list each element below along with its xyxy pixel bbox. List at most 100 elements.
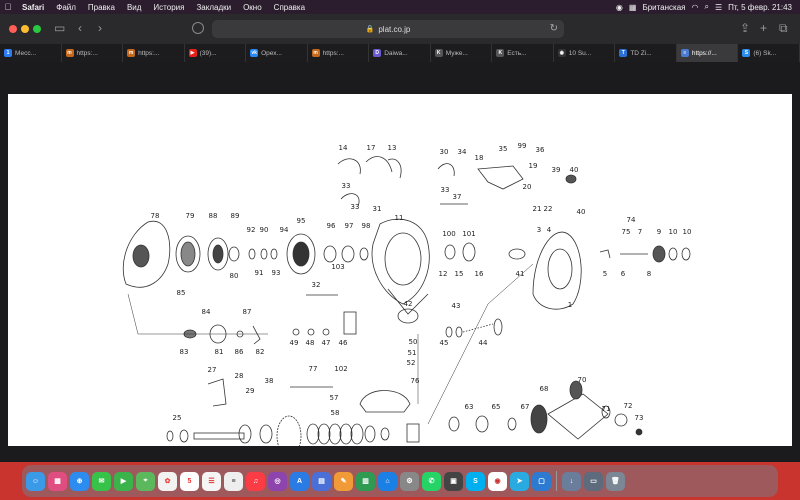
tab-favicon: vk: [250, 49, 259, 57]
tab-favicon: T: [619, 49, 628, 57]
web-content: 14 17 13 30 34 35 99 36 18 19 39 40 33 33 20 37 33 31 21 22…: [0, 62, 800, 462]
close-window-button[interactable]: [9, 25, 17, 33]
tab[interactable]: m https:...: [308, 44, 370, 62]
sidebar-icon[interactable]: ▭: [54, 21, 65, 35]
menu-view[interactable]: Вид: [121, 3, 147, 12]
tab[interactable]: K Есть...: [492, 44, 554, 62]
tab[interactable]: m https:...: [123, 44, 185, 62]
chrome-icon[interactable]: ◉: [488, 471, 507, 491]
handle-arm-shape: [547, 393, 609, 440]
menu-edit[interactable]: Правка: [82, 3, 121, 12]
minimize-window-button[interactable]: [21, 25, 29, 33]
part-number-label: 10: [683, 228, 692, 236]
menu-help[interactable]: Справка: [268, 3, 311, 12]
trash-icon[interactable]: 🗑: [606, 471, 625, 491]
reminders-icon[interactable]: ☰: [202, 471, 221, 491]
skype-icon[interactable]: S: [466, 471, 485, 491]
preview-icon[interactable]: ▢: [532, 471, 551, 491]
search-icon[interactable]: ⌕: [705, 2, 709, 12]
forward-icon[interactable]: ›: [98, 21, 102, 35]
tab[interactable]: vk Орех...: [246, 44, 308, 62]
part-number-label: 84: [202, 308, 211, 316]
tab-label: Есть...: [507, 49, 527, 57]
menu-file[interactable]: Файл: [50, 3, 82, 12]
facetime-icon[interactable]: ▶: [114, 471, 133, 491]
launchpad-icon[interactable]: ▦: [48, 471, 67, 491]
part-number-label: 79: [186, 212, 195, 220]
screw-shape: [565, 174, 577, 184]
tab[interactable]: m https:...: [62, 44, 124, 62]
whatsapp-icon[interactable]: ✆: [422, 471, 441, 491]
telegram-icon[interactable]: ➤: [510, 471, 529, 491]
appstore-icon[interactable]: A: [290, 471, 309, 491]
reload-icon[interactable]: ↻: [550, 23, 558, 34]
tab[interactable]: D Daiwa...: [369, 44, 431, 62]
part-number-label: 19: [529, 162, 538, 170]
menu-window[interactable]: Окно: [237, 3, 268, 12]
part-number-label: 73: [635, 414, 644, 422]
menu-bookmarks[interactable]: Закладки: [190, 3, 237, 12]
part-number-label: 71: [602, 405, 611, 413]
tab[interactable]: ◉ 10 Su...: [554, 44, 616, 62]
tab-label: (39)...: [199, 49, 217, 57]
notes-icon[interactable]: ≡: [224, 471, 243, 491]
folder-icon[interactable]: ▭: [584, 471, 603, 491]
app-icon[interactable]: ▣: [444, 471, 463, 491]
part-number-label: 34: [458, 148, 467, 156]
pages-icon[interactable]: ✎: [334, 471, 353, 491]
part-number-label: 57: [330, 394, 339, 402]
tab[interactable]: T TD Zi...: [615, 44, 677, 62]
control-icon[interactable]: ◉: [616, 3, 623, 12]
safari-icon[interactable]: ⊕: [70, 471, 89, 491]
wifi-icon[interactable]: ◠: [692, 3, 699, 12]
back-icon[interactable]: ‹: [78, 21, 82, 35]
menu-bar:  Safari Файл Правка Вид История Закладк…: [0, 0, 800, 14]
part-number-label: 6: [621, 270, 626, 278]
share-icon[interactable]: ⇪: [740, 21, 750, 35]
part-number-label: 81: [215, 348, 224, 356]
gear-shape: [259, 424, 273, 444]
photos-icon[interactable]: ✿: [158, 471, 177, 491]
numbers-icon[interactable]: ▥: [356, 471, 375, 491]
tab[interactable]: ▶ (39)...: [185, 44, 247, 62]
maps-icon[interactable]: ⌖: [136, 471, 155, 491]
tab[interactable]: 1 Месс...: [0, 44, 62, 62]
menu-app-name[interactable]: Safari: [16, 3, 50, 12]
privacy-shield-icon[interactable]: [192, 22, 204, 34]
part-number-label: 18: [475, 154, 484, 162]
part-number-label: 65: [492, 403, 501, 411]
new-tab-icon[interactable]: +: [760, 21, 767, 35]
part-number-label: 17: [367, 144, 376, 152]
worm-shaft-shape: [462, 323, 494, 333]
messages-icon[interactable]: ✉: [92, 471, 111, 491]
downloads-icon[interactable]: ↓: [562, 471, 581, 491]
part-number-label: 91: [255, 269, 264, 277]
tab[interactable]: K Муже...: [431, 44, 493, 62]
tab[interactable]: S (6) Sk...: [738, 44, 800, 62]
tab-overview-icon[interactable]: ⧉: [779, 21, 788, 35]
menu-history[interactable]: История: [147, 3, 190, 12]
podcasts-icon[interactable]: ◎: [268, 471, 287, 491]
part-number-label: 45: [440, 339, 449, 347]
part-number-label: 13: [388, 144, 397, 152]
gear-hub-shape: [180, 241, 196, 267]
input-source-label[interactable]: Британская: [642, 3, 685, 12]
keynote-icon[interactable]: ▤: [312, 471, 331, 491]
frame-bore-shape: [384, 232, 422, 286]
settings-icon[interactable]: ⚙: [400, 471, 419, 491]
music-icon[interactable]: ♫: [246, 471, 265, 491]
zoom-window-button[interactable]: [33, 25, 41, 33]
washer-shape: [681, 247, 691, 261]
part-number-label: 3: [537, 226, 541, 234]
address-bar[interactable]: 🔒 plat.co.jp ↻: [192, 20, 564, 38]
part-number-label: 39: [552, 166, 561, 174]
calendar-icon[interactable]: 5: [180, 471, 199, 491]
part-number-label: 37: [453, 193, 462, 201]
tab-active[interactable]: ≡ https://...: [676, 44, 739, 62]
control-center-icon[interactable]: ☰: [715, 3, 722, 12]
part-number-label: 70: [578, 376, 587, 384]
apple-icon[interactable]: : [0, 2, 16, 12]
app-store-icon[interactable]: ⌂: [378, 471, 397, 491]
clock[interactable]: Пт, 5 февр. 21:43: [728, 3, 792, 12]
finder-icon[interactable]: ☺: [26, 471, 45, 491]
